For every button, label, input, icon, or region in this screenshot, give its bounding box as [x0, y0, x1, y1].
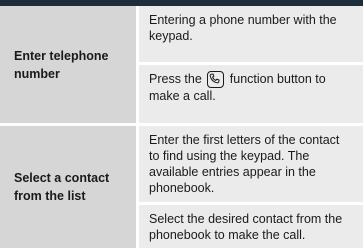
row-steps: Enter the first letters of the contact t…: [139, 126, 363, 248]
row-label: Enter telephone number: [0, 6, 136, 123]
table-row: Select a contact from the list Enter the…: [0, 126, 363, 248]
row-steps: Entering a phone number with the keypad.…: [139, 6, 363, 123]
step-text-before: Press the: [149, 72, 202, 86]
step-cell: Enter the first letters of the contact t…: [139, 126, 363, 202]
step-text: Enter the first letters of the contact t…: [149, 133, 340, 195]
row-label-text: Enter telephone number: [14, 48, 109, 81]
step-cell: Entering a phone number with the keypad.: [139, 6, 363, 62]
step-text: Entering a phone number with the keypad.: [149, 13, 337, 43]
step-cell: Select the desired contact from the phon…: [139, 205, 363, 248]
step-cell: Press the function button to make a call…: [139, 65, 363, 123]
row-label: Select a contact from the list: [0, 126, 136, 248]
instruction-table: Enter telephone number Entering a phone …: [0, 6, 363, 248]
row-label-text: Select a contact from the list: [14, 171, 110, 203]
phone-function-icon: [207, 71, 225, 88]
step-text: Select the desired contact from the phon…: [149, 212, 343, 242]
table-row: Enter telephone number Entering a phone …: [0, 6, 363, 126]
